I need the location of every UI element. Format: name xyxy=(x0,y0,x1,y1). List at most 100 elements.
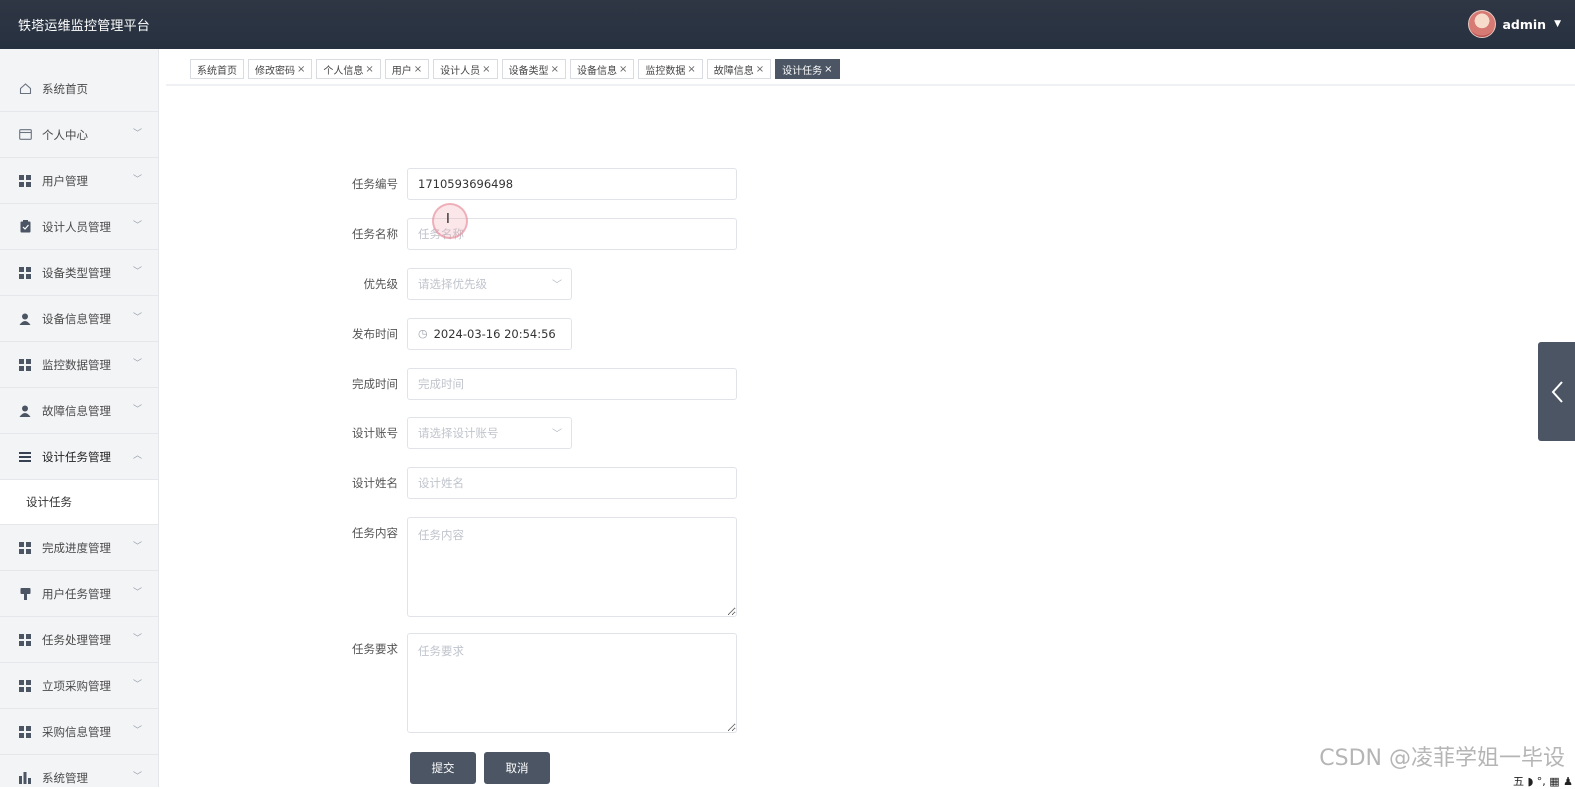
card-icon xyxy=(18,128,32,142)
tab-home[interactable]: 系统首页 xyxy=(190,59,244,79)
finish-time-label: 完成时间 xyxy=(352,377,398,391)
tab-label: 个人信息 xyxy=(323,65,364,77)
cancel-button[interactable]: 取消 xyxy=(484,752,550,784)
grid-icon xyxy=(18,725,32,739)
form-row-task-requirement: 任务要求 xyxy=(330,633,737,733)
tab-label: 系统首页 xyxy=(197,65,237,77)
close-icon[interactable]: × xyxy=(756,64,764,75)
finish-time-input[interactable] xyxy=(407,368,737,400)
design-name-label: 设计姓名 xyxy=(352,476,398,490)
sidebar-item-monitor-data-mgmt[interactable]: 监控数据管理 ﹀ xyxy=(0,342,158,388)
chevron-down-icon: ﹀ xyxy=(132,772,142,782)
chevron-down-icon: ﹀ xyxy=(132,680,142,690)
tab-device-type[interactable]: 设备类型 × xyxy=(501,59,566,79)
tab-label: 用户 xyxy=(391,65,412,77)
form-row-design-name: 设计姓名 xyxy=(330,467,737,499)
person-icon xyxy=(18,404,32,418)
user-menu[interactable]: admin ▼ xyxy=(1468,10,1561,38)
chevron-down-icon: ﹀ xyxy=(132,129,142,139)
sidebar-item-task-processing-mgmt[interactable]: 任务处理管理 ﹀ xyxy=(0,617,158,663)
form-row-task-no: 任务编号 xyxy=(330,168,737,200)
sidebar-item-label: 故障信息管理 xyxy=(42,403,111,418)
sidebar-item-progress-mgmt[interactable]: 完成进度管理 ﹀ xyxy=(0,525,158,571)
sidebar-subitem-label: 设计任务 xyxy=(26,495,72,509)
tab-label: 监控数据 xyxy=(645,65,686,77)
task-no-input[interactable] xyxy=(407,168,737,200)
priority-select[interactable]: ﹀ xyxy=(407,268,572,300)
tab-label: 设计人员 xyxy=(440,65,481,77)
grid-icon xyxy=(18,541,32,555)
form-row-task-content: 任务内容 xyxy=(330,517,737,617)
close-icon[interactable]: × xyxy=(551,64,559,75)
submit-button[interactable]: 提交 xyxy=(410,752,476,784)
grid-icon xyxy=(18,266,32,280)
tab-device-info[interactable]: 设备信息 × xyxy=(569,59,635,79)
tab-change-password[interactable]: 修改密码 × xyxy=(248,59,313,79)
design-account-select-input[interactable] xyxy=(407,417,572,449)
sidebar-item-design-task-mgmt[interactable]: 设计任务管理 ︿ xyxy=(0,434,158,480)
close-icon[interactable]: × xyxy=(365,64,373,75)
chevron-down-icon: ﹀ xyxy=(132,726,142,736)
sidebar-item-fault-info-mgmt[interactable]: 故障信息管理 ﹀ xyxy=(0,388,158,434)
priority-select-input[interactable] xyxy=(407,268,572,300)
sidebar-item-label: 立项采购管理 xyxy=(42,678,111,693)
clock-icon: ◷ xyxy=(418,327,428,340)
sidebar-item-device-type-mgmt[interactable]: 设备类型管理 ﹀ xyxy=(0,250,158,296)
tab-design-task[interactable]: 设计任务 × xyxy=(775,59,840,79)
publish-time-picker[interactable]: ◷ 2024-03-16 20:54:56 xyxy=(407,318,572,350)
tab-label: 故障信息 xyxy=(713,65,754,77)
sidebar-item-label: 监控数据管理 xyxy=(42,357,111,372)
chevron-down-icon: ﹀ xyxy=(132,175,142,185)
sidebar-item-label: 个人中心 xyxy=(42,127,88,142)
task-content-textarea[interactable] xyxy=(407,517,737,617)
chevron-down-icon: ﹀ xyxy=(132,359,142,369)
sidebar-subitem-design-task[interactable]: 设计任务 xyxy=(0,480,158,525)
tab-bar: 系统首页 修改密码 × 个人信息 × 用户 × 设计人员 × 设备类型 × 设备信息 × 监… xyxy=(190,59,840,81)
close-icon[interactable]: × xyxy=(619,64,627,75)
pin-icon xyxy=(18,587,32,601)
chevron-up-icon: ︿ xyxy=(132,451,142,461)
chevron-down-icon: ﹀ xyxy=(132,221,142,231)
grid-icon xyxy=(18,633,32,647)
tab-label: 设备类型 xyxy=(508,65,549,77)
sidebar-item-user-mgmt[interactable]: 用户管理 ﹀ xyxy=(0,158,158,204)
watermark: CSDN @凌菲学姐一毕设 xyxy=(1319,746,1565,771)
tab-personal-info[interactable]: 个人信息 × xyxy=(316,59,381,79)
close-icon[interactable]: × xyxy=(414,64,422,75)
tab-label: 修改密码 xyxy=(255,65,295,77)
design-account-select[interactable]: ﹀ xyxy=(407,417,572,449)
chevron-left-icon xyxy=(1551,380,1563,403)
tab-monitor-data[interactable]: 监控数据 × xyxy=(638,59,703,79)
tab-fault-info[interactable]: 故障信息 × xyxy=(706,59,772,79)
close-icon[interactable]: × xyxy=(297,64,305,75)
avatar[interactable] xyxy=(1468,10,1497,38)
chevron-down-icon: ﹀ xyxy=(132,267,142,277)
sidebar-item-procurement-project-mgmt[interactable]: 立项采购管理 ﹀ xyxy=(0,663,158,709)
tab-user[interactable]: 用户 × xyxy=(384,59,430,79)
task-no-label: 任务编号 xyxy=(352,177,398,191)
sidebar-item-procurement-info-mgmt[interactable]: 采购信息管理 ﹀ xyxy=(0,709,158,755)
sidebar-item-designer-mgmt[interactable]: 设计人员管理 ﹀ xyxy=(0,204,158,250)
grid-icon xyxy=(18,679,32,693)
close-icon[interactable]: × xyxy=(824,64,832,75)
sidebar-item-user-task-mgmt[interactable]: 用户任务管理 ﹀ xyxy=(0,571,158,617)
caret-down-icon[interactable]: ▼ xyxy=(1554,19,1561,29)
sidebar-item-label: 用户任务管理 xyxy=(42,586,111,601)
username[interactable]: admin xyxy=(1502,17,1546,32)
sidebar-item-label: 任务处理管理 xyxy=(42,632,111,647)
sidebar-item-device-info-mgmt[interactable]: 设备信息管理 ﹀ xyxy=(0,296,158,342)
bar-chart-icon xyxy=(18,771,32,785)
tab-designer[interactable]: 设计人员 × xyxy=(433,59,498,79)
sidebar-item-system-mgmt[interactable]: 系统管理 ﹀ xyxy=(0,755,158,787)
close-icon[interactable]: × xyxy=(482,64,490,75)
close-icon[interactable]: × xyxy=(687,64,695,75)
chevron-down-icon: ﹀ xyxy=(132,313,142,323)
form-row-publish-time: 发布时间 ◷ 2024-03-16 20:54:56 xyxy=(330,318,572,350)
side-panel-toggle[interactable] xyxy=(1538,342,1575,441)
task-content-label: 任务内容 xyxy=(352,526,398,540)
chevron-down-icon: ﹀ xyxy=(552,429,562,440)
sidebar-item-personal-center[interactable]: 个人中心 ﹀ xyxy=(0,112,158,158)
design-name-input[interactable] xyxy=(407,467,737,499)
task-requirement-textarea[interactable] xyxy=(407,633,737,733)
sidebar-item-home[interactable]: 系统首页 xyxy=(0,66,158,112)
